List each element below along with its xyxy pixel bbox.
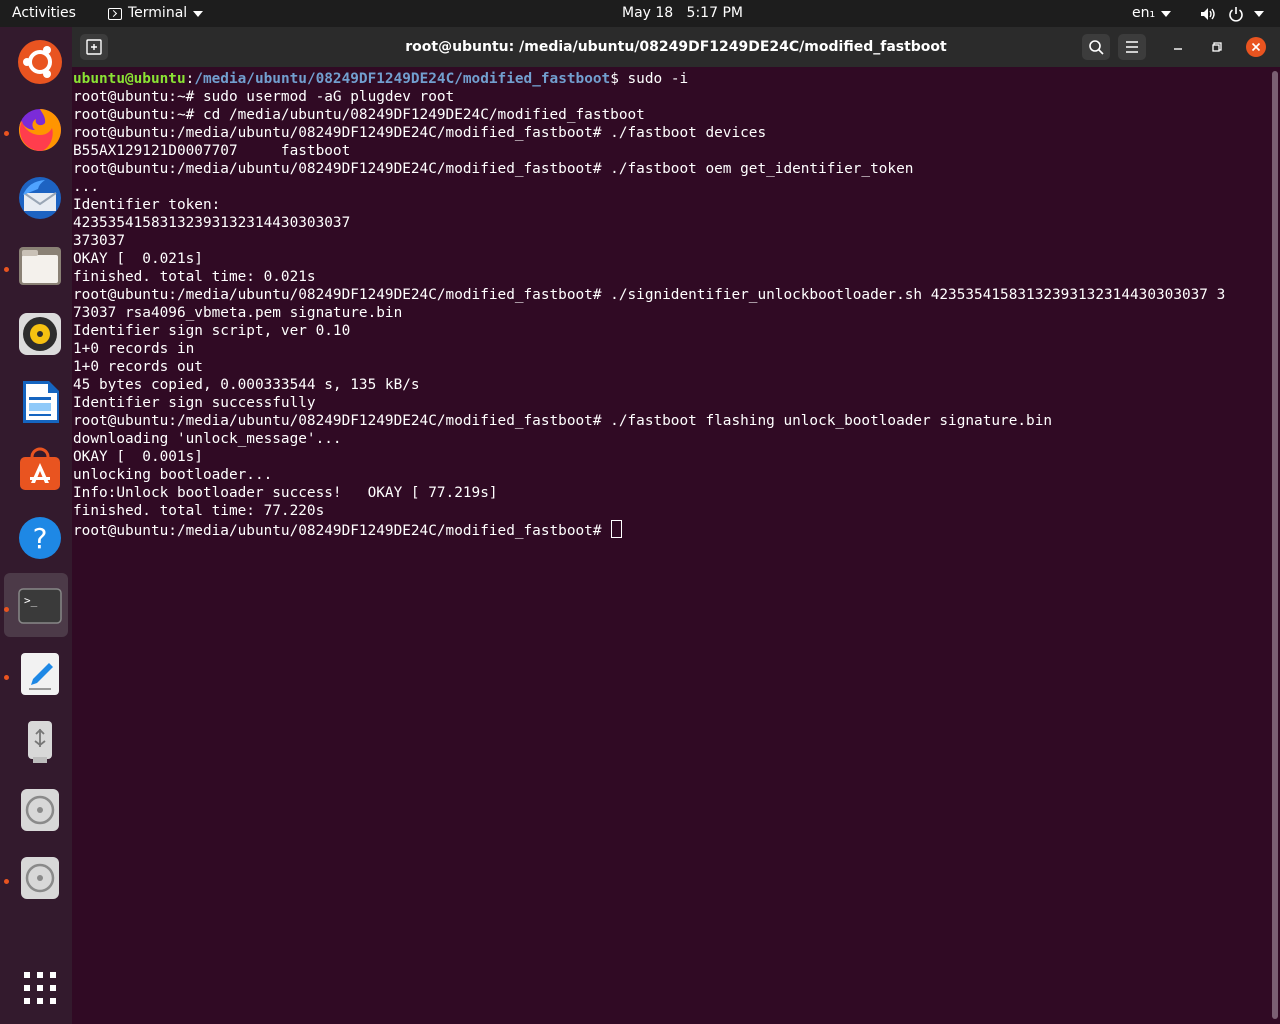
close-icon — [1251, 42, 1261, 52]
text-editor-icon — [21, 653, 59, 695]
input-source-menu[interactable]: en₁ — [1132, 0, 1172, 27]
terminal-line: 1+0 records out — [73, 359, 203, 375]
terminal-line: 1+0 records in — [73, 341, 195, 357]
prompt-user: ubuntu@ubuntu — [73, 71, 186, 87]
ubuntu-software-icon — [20, 447, 60, 490]
ubuntu-logo-icon — [18, 40, 62, 84]
dock-item-text-editor[interactable] — [4, 641, 68, 705]
prompt-path: /media/ubuntu/08249DF1249DE24C/modified_… — [194, 71, 611, 87]
terminal-line: Identifier sign script, ver 0.10 — [73, 323, 351, 339]
volume-icon — [1201, 7, 1215, 20]
svg-text:>_: >_ — [24, 594, 38, 607]
search-icon — [1089, 40, 1104, 55]
terminal-line: 42353541583132393132314430303037 — [73, 215, 351, 231]
dock-item-software[interactable] — [4, 437, 68, 501]
dock-item-rhythmbox[interactable] — [4, 301, 68, 365]
scrollbar-thumb[interactable] — [1272, 71, 1278, 1019]
terminal-line: 45 bytes copied, 0.000333544 s, 135 kB/s — [73, 377, 420, 393]
terminal-line: 373037 — [73, 233, 125, 249]
terminal-line: ... — [73, 179, 99, 195]
dock-item-help[interactable]: ? — [4, 505, 68, 569]
hamburger-menu-icon — [1126, 41, 1138, 53]
running-indicator — [4, 879, 9, 884]
activities-button[interactable]: Activities — [12, 0, 76, 27]
dock-item-terminal[interactable]: >_ — [4, 573, 68, 637]
close-button[interactable] — [1246, 37, 1266, 57]
menu-button[interactable] — [1118, 34, 1146, 60]
dock-item-writer[interactable] — [4, 369, 68, 433]
app-menu-label: Terminal — [128, 5, 188, 21]
running-indicator — [4, 131, 9, 136]
svg-text:?: ? — [33, 522, 48, 555]
dock-item-thunderbird[interactable] — [4, 165, 68, 229]
text-cursor — [611, 520, 623, 538]
terminal-line: root@ubuntu:/media/ubuntu/08249DF1249DE2… — [73, 287, 1226, 303]
terminal-line: downloading 'unlock_message'... — [73, 431, 342, 447]
app-menu[interactable]: Terminal — [108, 0, 204, 27]
dock-item-disc-drive[interactable] — [4, 845, 68, 909]
terminal-line: Identifier token: — [73, 197, 221, 213]
running-indicator — [4, 675, 9, 680]
maximize-icon[interactable] — [1209, 39, 1225, 55]
terminal-line: B55AX129121D0007707 fastboot — [73, 143, 351, 159]
files-icon — [19, 247, 61, 285]
prompt-text: root@ubuntu:/media/ubuntu/08249DF1249DE2… — [73, 523, 611, 539]
dock-item-disc-drive[interactable] — [4, 777, 68, 841]
top-bar: Activities Terminal May 18 5:17 PM en₁ — [0, 0, 1280, 27]
command-text: $ sudo -i — [610, 71, 689, 87]
terminal-line: Identifier sign successfully — [73, 395, 316, 411]
show-apps-icon — [24, 972, 56, 1004]
input-source-label: en₁ — [1132, 5, 1156, 21]
terminal-line: finished. total time: 0.021s — [73, 269, 316, 285]
thunderbird-icon — [19, 177, 61, 219]
system-menu[interactable] — [1200, 0, 1264, 27]
show-applications-button[interactable] — [4, 955, 68, 1019]
terminal-icon — [108, 7, 122, 20]
help-icon: ? — [19, 517, 61, 559]
terminal-line: root@ubuntu:/media/ubuntu/08249DF1249DE2… — [73, 413, 1053, 429]
disc-drive-icon — [21, 857, 59, 899]
chevron-down-icon — [1254, 10, 1264, 17]
terminal-line: ubuntu@ubuntu:/media/ubuntu/08249DF1249D… — [73, 71, 689, 87]
terminal-line: 73037 rsa4096_vbmeta.pem signature.bin — [73, 305, 403, 321]
running-indicator — [4, 267, 9, 272]
rhythmbox-icon — [19, 313, 61, 355]
power-icon — [1229, 6, 1243, 22]
scrollbar[interactable] — [1270, 67, 1280, 1024]
dock: ? >_ — [0, 27, 72, 1024]
terminal-line: root@ubuntu:~# cd /media/ubuntu/08249DF1… — [73, 107, 645, 123]
terminal-line: root@ubuntu:~# sudo usermod -aG plugdev … — [73, 89, 455, 105]
terminal-output[interactable]: ubuntu@ubuntu:/media/ubuntu/08249DF1249D… — [72, 67, 1270, 1024]
terminal-line: root@ubuntu:/media/ubuntu/08249DF1249DE2… — [73, 520, 1270, 539]
terminal-icon: >_ — [18, 588, 62, 624]
window-header: root@ubuntu: /media/ubuntu/08249DF1249DE… — [72, 27, 1280, 67]
terminal-line: finished. total time: 77.220s — [73, 503, 325, 519]
terminal-line: OKAY [ 0.021s] — [73, 251, 203, 267]
minimize-icon[interactable] — [1170, 39, 1186, 55]
running-indicator — [4, 607, 9, 612]
chevron-down-icon — [193, 10, 204, 17]
dock-item-ubuntu[interactable] — [4, 29, 68, 93]
usb-drive-icon — [28, 721, 52, 763]
search-button[interactable] — [1082, 34, 1110, 60]
terminal-line: Info:Unlock bootloader success! OKAY [ 7… — [73, 485, 498, 501]
chevron-down-icon — [1161, 10, 1172, 17]
terminal-line: root@ubuntu:/media/ubuntu/08249DF1249DE2… — [73, 161, 914, 177]
terminal-line: OKAY [ 0.001s] — [73, 449, 203, 465]
dock-item-files[interactable] — [4, 233, 68, 297]
terminal-line: root@ubuntu:/media/ubuntu/08249DF1249DE2… — [73, 125, 767, 141]
terminal-line: unlocking bootloader... — [73, 467, 273, 483]
disc-drive-icon — [21, 789, 59, 831]
firefox-icon — [18, 109, 61, 151]
libreoffice-writer-icon — [23, 381, 59, 423]
dock-item-usb-drive[interactable] — [4, 709, 68, 773]
dock-item-firefox[interactable] — [4, 97, 68, 161]
clock[interactable]: May 18 5:17 PM — [622, 0, 743, 27]
